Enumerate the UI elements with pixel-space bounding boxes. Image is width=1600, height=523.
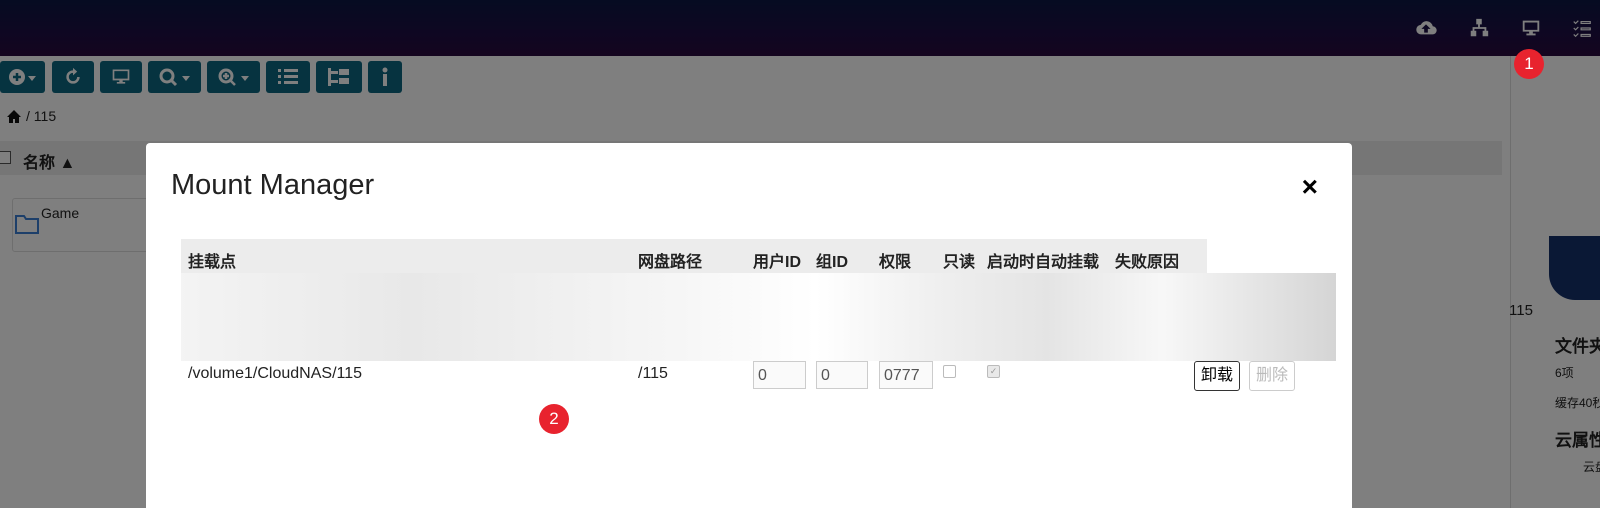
permission-field[interactable]: 0777 — [879, 361, 933, 389]
col-user-id: 用户ID — [753, 254, 802, 271]
auto-mount-checkbox[interactable]: ✓ — [987, 365, 1000, 378]
mount-row: /volume1/CloudNAS/115 /115 0 0 0777 ✓ 卸载… — [181, 361, 1336, 401]
mount-table-header: 挂载点 网盘路径 用户ID 组ID 权限 只读 启动时自动挂载 失败原因 — [181, 239, 1207, 273]
row-mount-point: /volume1/CloudNAS/115 — [188, 365, 363, 382]
mount-manager-dialog: Mount Manager × 挂载点 网盘路径 用户ID 组ID 权限 只读 … — [146, 143, 1352, 523]
col-readonly: 只读 — [943, 254, 976, 271]
close-icon[interactable]: × — [1302, 173, 1318, 201]
readonly-checkbox[interactable] — [943, 365, 956, 378]
group-id-field[interactable]: 0 — [816, 361, 868, 389]
unmount-button[interactable]: 卸载 — [1194, 361, 1241, 391]
col-auto-mount: 启动时自动挂载 — [987, 254, 1100, 271]
annotation-badge-2: 2 — [539, 404, 569, 434]
user-id-field[interactable]: 0 — [753, 361, 806, 389]
row-cloud-path: /115 — [638, 365, 668, 382]
delete-button[interactable]: 删除 — [1249, 361, 1296, 391]
col-cloud-path: 网盘路径 — [638, 254, 703, 271]
col-group-id: 组ID — [816, 254, 849, 271]
redacted-rows — [181, 273, 1336, 361]
dialog-title: Mount Manager — [171, 169, 375, 201]
col-mount-point: 挂载点 — [188, 254, 237, 271]
annotation-badge-1: 1 — [1514, 49, 1544, 79]
col-fail-reason: 失败原因 — [1115, 254, 1180, 271]
col-permission: 权限 — [879, 254, 912, 271]
